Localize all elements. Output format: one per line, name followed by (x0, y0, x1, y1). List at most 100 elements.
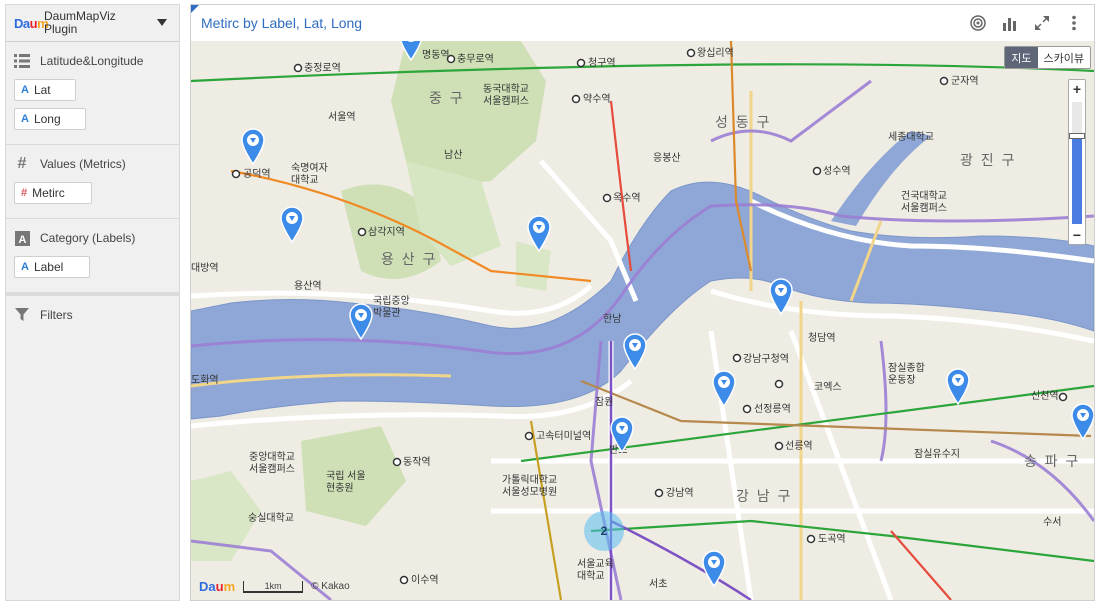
widget-toolbar (956, 14, 1084, 32)
district-label: 강 남 구 (736, 488, 792, 504)
text-icon: A (14, 230, 30, 246)
station-dot (654, 488, 664, 498)
map-canvas[interactable]: 중 구 용 산 구 성 동 구 광 진 구 강 남 구 송 파 구 충정로역 명… (191, 41, 1094, 600)
plugin-panel: Daum DaumMapViz Plugin Latitude&Longitud… (5, 4, 180, 601)
field-pill-lat[interactable]: A Lat (14, 79, 76, 101)
place-label: 수서 (1043, 516, 1061, 528)
map-type-toggle: 지도 스카이뷰 (1004, 46, 1091, 69)
place-label: 공덕역 (243, 168, 271, 180)
expand-icon[interactable] (1032, 14, 1052, 32)
place-label: 왕십리역 (697, 47, 734, 59)
zoom-control: + − (1068, 79, 1086, 245)
place-label: 삼각지역 (368, 226, 405, 238)
place-label: 충무로역 (457, 53, 494, 65)
field-pill-long[interactable]: A Long (14, 108, 86, 130)
place-label: 도화역 (191, 374, 219, 386)
place-label: 동작역 (403, 456, 431, 468)
more-vertical-icon[interactable] (1064, 14, 1084, 32)
copyright: © Kakao (311, 581, 350, 592)
station-dot (939, 76, 949, 86)
place-label: 서울교육 대학교 (577, 558, 614, 582)
chevron-down-icon[interactable] (157, 19, 167, 26)
list-icon (14, 53, 30, 69)
plugin-title: DaumMapViz Plugin (44, 9, 116, 36)
station-dot (571, 94, 581, 104)
station-dot (686, 48, 696, 58)
place-label: 선정릉역 (754, 403, 791, 415)
station-dot (231, 169, 241, 179)
cluster-count: 2 (600, 524, 608, 538)
map-footer: Daum 1km © Kakao (199, 579, 350, 594)
map-base-layer: 중 구 용 산 구 성 동 구 광 진 구 강 남 구 송 파 구 충정로역 명… (191, 41, 1094, 600)
daum-logo: Daum (14, 15, 49, 31)
place-label: 선릉역 (785, 440, 813, 452)
place-label: 한남 (603, 313, 621, 325)
map-marker (1071, 403, 1094, 441)
values-section: # Values (Metrics) # Metirc (6, 145, 179, 219)
district-label: 성 동 구 (715, 114, 771, 130)
station-dot (399, 575, 409, 585)
place-label: 세종대학교 (888, 131, 934, 143)
map-marker (280, 206, 304, 244)
map-marker (946, 368, 970, 406)
place-label: 중앙대학교 서울캠퍼스 (249, 451, 295, 475)
field-pill-metirc[interactable]: # Metirc (14, 182, 92, 204)
marker-cluster[interactable]: 2 (584, 511, 624, 551)
category-section: A Category (Labels) A Label (6, 219, 179, 293)
place-label: 명동역 (422, 49, 450, 61)
district-boundary (710, 79, 872, 143)
zoom-slider-track[interactable] (1069, 102, 1085, 224)
map-marker (623, 333, 647, 371)
district-label: 용 산 구 (381, 251, 437, 267)
station-dot (357, 227, 367, 237)
place-label: 고속터미널역 (536, 430, 591, 442)
map-widget: Metirc by Label, Lat, Long 중 구 용 산 구 성 동… (190, 4, 1095, 601)
field-label: Lat (33, 83, 51, 97)
field-pill-label[interactable]: A Label (14, 256, 90, 278)
place-label: 약수역 (583, 93, 611, 105)
section-title: Values (Metrics) (40, 157, 126, 171)
map-type-skyview-button[interactable]: 스카이뷰 (1037, 47, 1090, 68)
hash-icon: # (17, 155, 27, 172)
widget-title: Metirc by Label, Lat, Long (201, 15, 363, 31)
section-title: Category (Labels) (40, 231, 136, 245)
park-area (516, 241, 551, 291)
zoom-slider-fill (1072, 136, 1082, 224)
place-label: 잠원 (595, 396, 613, 408)
target-icon[interactable] (968, 14, 988, 32)
place-label: 서울역 (328, 111, 356, 123)
station-dot (812, 166, 822, 176)
bar-chart-icon[interactable] (1000, 14, 1020, 32)
place-label: 강남구청역 (743, 353, 789, 365)
place-label: 충정로역 (304, 62, 341, 74)
station-dot (576, 58, 586, 68)
lat-long-section: Latitude&Longitude A Lat A Long (6, 42, 179, 145)
number-type-icon: # (21, 187, 28, 199)
map-marker (712, 370, 736, 408)
station-dot (602, 193, 612, 203)
scale-bar: 1km (243, 580, 304, 593)
plugin-header[interactable]: Daum DaumMapViz Plugin (6, 5, 179, 42)
string-type-icon: A (21, 84, 29, 96)
kakao-daum-logo: Daum (199, 579, 236, 594)
string-type-icon: A (21, 261, 29, 273)
map-type-map-button[interactable]: 지도 (1005, 47, 1038, 68)
place-label: 숭실대학교 (248, 512, 294, 524)
zoom-slider-handle[interactable] (1069, 133, 1085, 140)
station-dot (392, 457, 402, 467)
place-label: 건국대학교 서울캠퍼스 (901, 190, 947, 214)
filters-section[interactable]: Filters (6, 293, 179, 334)
station-dot (1058, 392, 1068, 402)
station-dot (774, 379, 784, 389)
svg-text:A: A (18, 234, 26, 246)
field-label: Label (33, 260, 64, 274)
place-label: 청담역 (808, 332, 836, 344)
zoom-in-button[interactable]: + (1069, 80, 1085, 98)
zoom-out-button[interactable]: − (1069, 226, 1085, 244)
station-dot (732, 353, 742, 363)
map-marker (241, 128, 265, 166)
string-type-icon: A (21, 113, 29, 125)
place-label: 코엑스 (814, 381, 842, 393)
place-label: 서초 (649, 578, 667, 590)
place-label: 응봉산 (653, 152, 681, 164)
